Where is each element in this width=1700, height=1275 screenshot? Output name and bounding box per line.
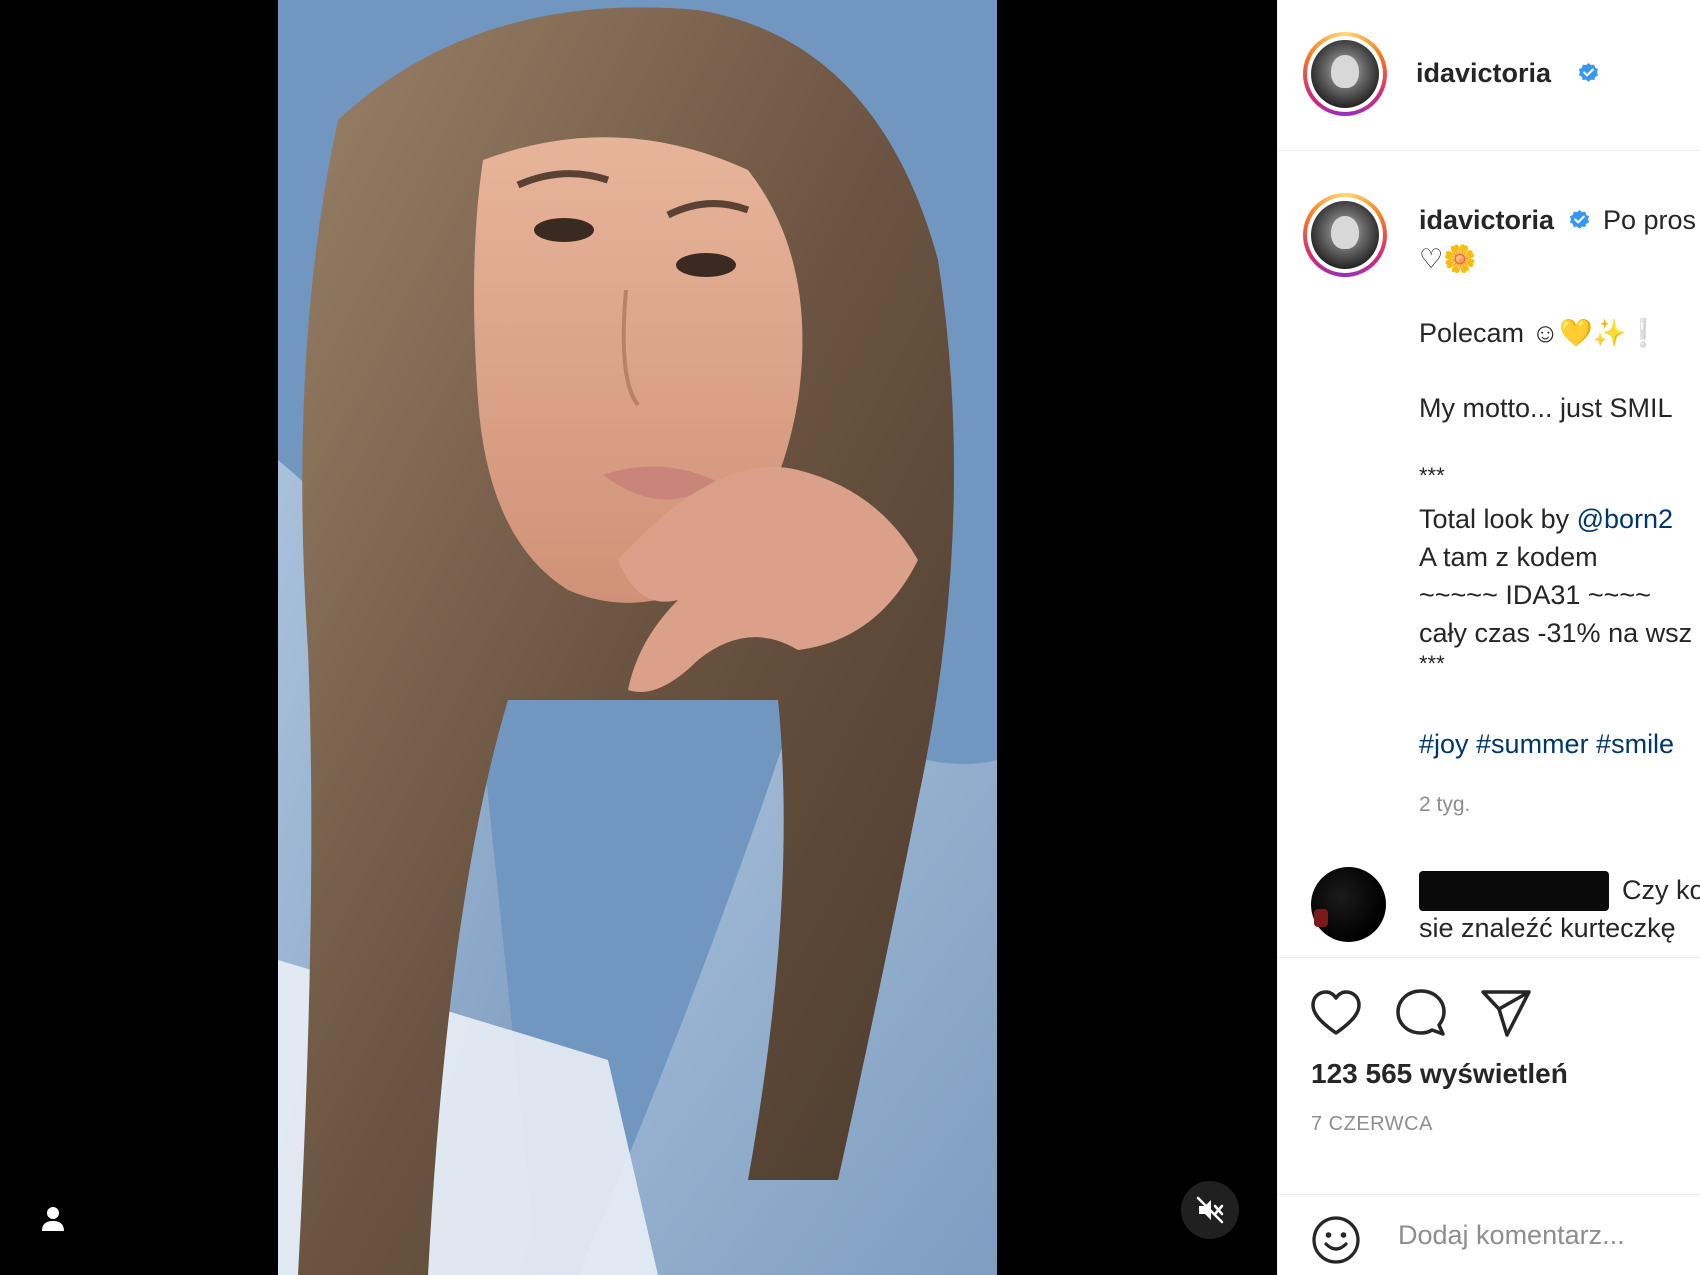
caption-line: My motto... just SMIL (1419, 393, 1673, 423)
add-comment-input[interactable] (1398, 1213, 1688, 1257)
smiley-icon[interactable] (1311, 1215, 1361, 1265)
author-username[interactable]: idavictoria (1416, 58, 1551, 89)
caption-line: *** (1419, 463, 1445, 488)
caption-line: A tam z kodem (1419, 542, 1598, 572)
caption-emoji-line: ♡🌼 (1419, 244, 1477, 274)
caption-text: Total look by (1419, 504, 1577, 534)
video-frame (278, 0, 997, 1275)
commenter-avatar[interactable] (1311, 867, 1386, 942)
post-date[interactable]: 7 CZERWCA (1311, 1113, 1433, 1136)
caption-line: ~~~~~ IDA31 ~~~~ (1419, 580, 1651, 610)
redacted-username (1419, 871, 1609, 911)
hashtags[interactable]: #joy #summer #smile (1419, 729, 1674, 760)
add-comment-bar (1278, 1194, 1700, 1275)
paper-plane-icon[interactable] (1479, 987, 1533, 1041)
heart-icon[interactable] (1309, 987, 1363, 1041)
caption-line: Total look by @born2 (1419, 504, 1673, 535)
caption-username[interactable]: idavictoria (1419, 205, 1554, 236)
verified-badge-icon (1569, 209, 1590, 229)
post-header: idavictoria (1278, 0, 1700, 151)
caption-author-avatar[interactable] (1303, 193, 1387, 277)
comment-text: Czy ko (1622, 875, 1700, 905)
caption-age[interactable]: 2 tyg. (1419, 793, 1470, 817)
caption-line: Polecam ☺💛✨❕ (1419, 318, 1660, 348)
mention-link[interactable]: @born2 (1577, 504, 1673, 534)
post-media (0, 0, 1277, 1275)
verified-badge-icon (1578, 62, 1599, 82)
caption-line: cały czas -31% na wsz (1419, 618, 1693, 648)
caption-line: Po pros (1603, 205, 1697, 235)
post-actions: 123 565 wyświetleń 7 CZERWCA (1278, 957, 1700, 1194)
post-side-panel: idavictoria idavictoria Po pros ♡🌼 Polec… (1277, 0, 1700, 1275)
comments-list[interactable]: idavictoria Po pros ♡🌼 Polecam ☺💛✨❕ My m… (1278, 151, 1700, 957)
author-avatar[interactable] (1303, 32, 1387, 116)
user-icon[interactable] (38, 1203, 68, 1233)
comment-bubble-icon[interactable] (1394, 987, 1448, 1041)
views-count[interactable]: 123 565 wyświetleń (1311, 1058, 1568, 1090)
caption-line: *** (1419, 651, 1445, 676)
comment-text: sie znaleźć kurteczkę (1419, 913, 1676, 943)
mute-button[interactable] (1181, 1181, 1239, 1239)
video-player[interactable] (278, 0, 997, 1275)
speaker-muted-icon (1196, 1196, 1224, 1224)
